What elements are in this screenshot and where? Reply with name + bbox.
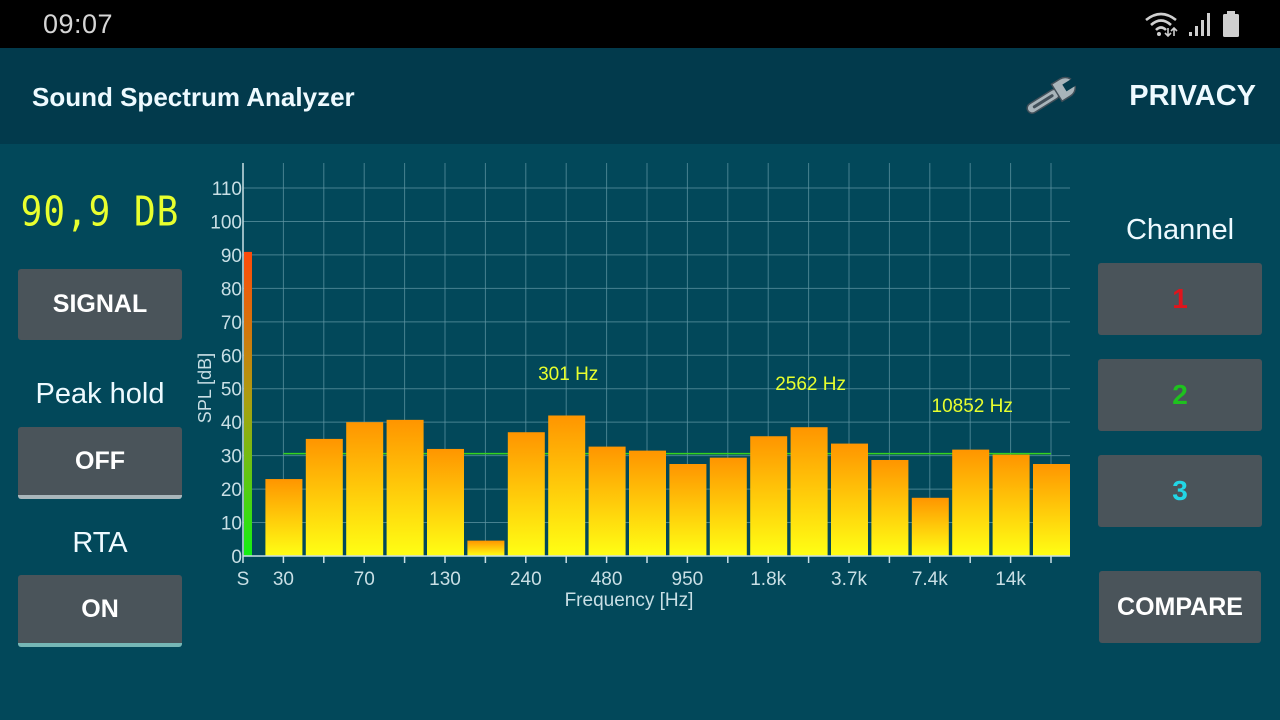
- y-tick-label: 110: [212, 179, 242, 200]
- spectrum-bar: [709, 457, 747, 556]
- status-icons: [1144, 10, 1240, 38]
- status-time: 09:07: [43, 9, 114, 39]
- spectrum-bar: [1033, 464, 1070, 556]
- signal-level-bar: [244, 251, 252, 556]
- spectrum-bar: [669, 464, 707, 556]
- x-tick-label: 1.8k: [750, 569, 786, 590]
- x-tick-label: 7.4k: [912, 569, 948, 590]
- x-tick-label: 240: [510, 569, 542, 590]
- signal-icon: [1189, 13, 1210, 36]
- x-tick-label: 14k: [995, 569, 1026, 590]
- spectrum-bar: [305, 438, 343, 556]
- spectrum-bar: [507, 432, 545, 556]
- spectrum-bar: [952, 449, 990, 556]
- rta-label: RTA: [72, 527, 128, 559]
- battery-icon: [1223, 11, 1239, 37]
- x-tick-label: 950: [672, 569, 704, 590]
- spectrum-bar: [427, 448, 464, 556]
- x-tick-label: 30: [273, 569, 294, 590]
- channel-3-label: 3: [1172, 475, 1188, 506]
- spectrum-chart-svg: 0 10 20 30 40 50 60 70 80 90 100 110 S 30 70 130 240 480 9…: [195, 163, 1070, 611]
- signal-button[interactable]: SIGNAL: [18, 269, 182, 340]
- x-tick-label-signal: S: [237, 569, 250, 590]
- y-tick-label: 90: [221, 246, 242, 267]
- wrench-icon: [1026, 76, 1077, 114]
- peak-hold-toggle[interactable]: OFF: [18, 427, 182, 499]
- x-tick-label: 130: [429, 569, 461, 590]
- spectrum-bar: [871, 459, 909, 556]
- settings-button[interactable]: [1020, 74, 1080, 120]
- app-title: Sound Spectrum Analyzer: [32, 82, 355, 112]
- spectrum-bar: [992, 454, 1030, 556]
- peak-frequency-label: 10852 Hz: [932, 396, 1013, 417]
- rta-toggle[interactable]: ON: [18, 575, 182, 647]
- app-bar: Sound Spectrum Analyzer PRIVACY: [0, 48, 1280, 144]
- y-tick-label: 40: [221, 413, 242, 434]
- x-tick-label: 3.7k: [831, 569, 867, 590]
- spectrum-bar: [588, 446, 626, 556]
- channel-1-button[interactable]: 1: [1098, 263, 1262, 335]
- spectrum-bar: [629, 450, 666, 556]
- y-tick-label: 80: [221, 279, 242, 300]
- spectrum-bar: [831, 443, 868, 556]
- spectrum-bar: [548, 415, 586, 556]
- level-readout: 90,9 DB: [20, 188, 180, 237]
- y-tick-label: 60: [221, 346, 242, 367]
- y-tick-label: 70: [221, 313, 242, 334]
- spectrum-bar: [790, 427, 828, 556]
- spectrum-bar: [911, 497, 949, 556]
- channel-3-button[interactable]: 3: [1098, 455, 1262, 527]
- x-tick-label: 70: [354, 569, 375, 590]
- channel-2-button[interactable]: 2: [1098, 359, 1262, 431]
- channel-label: Channel: [1125, 214, 1235, 246]
- status-bar: 09:07: [0, 0, 1280, 48]
- channel-2-label: 2: [1172, 379, 1188, 410]
- wifi-icon: [1145, 12, 1178, 38]
- spectrum-bar: [386, 419, 424, 556]
- spectrum-bar: [467, 540, 505, 556]
- spectrum-bar: [346, 422, 384, 556]
- spectrum-bar: [265, 479, 303, 556]
- y-tick-label: 30: [221, 447, 242, 468]
- y-tick-label: 0: [231, 547, 242, 568]
- privacy-button[interactable]: PRIVACY: [1129, 80, 1256, 113]
- x-axis-label: Frequency [Hz]: [565, 590, 694, 611]
- x-tick-label: 480: [591, 569, 623, 590]
- peak-frequency-label: 2562 Hz: [775, 374, 846, 395]
- y-tick-label: 20: [221, 480, 242, 501]
- y-axis-label: SPL [dB]: [195, 353, 215, 423]
- peak-frequency-label: 301 Hz: [538, 364, 598, 385]
- spectrum-chart: 0 10 20 30 40 50 60 70 80 90 100 110 S 30 70 130 240 480 9…: [190, 144, 1090, 624]
- compare-button[interactable]: COMPARE: [1099, 571, 1261, 643]
- peak-hold-label: Peak hold: [35, 378, 165, 410]
- spectrum-bar: [750, 436, 788, 556]
- y-tick-label: 100: [210, 212, 242, 233]
- channel-1-label: 1: [1172, 283, 1188, 314]
- y-tick-label: 10: [221, 514, 242, 535]
- y-tick-label: 50: [221, 380, 242, 401]
- main-area: 90,9 DB SIGNAL Peak hold OFF RTA ON 0 10 2…: [0, 144, 1280, 720]
